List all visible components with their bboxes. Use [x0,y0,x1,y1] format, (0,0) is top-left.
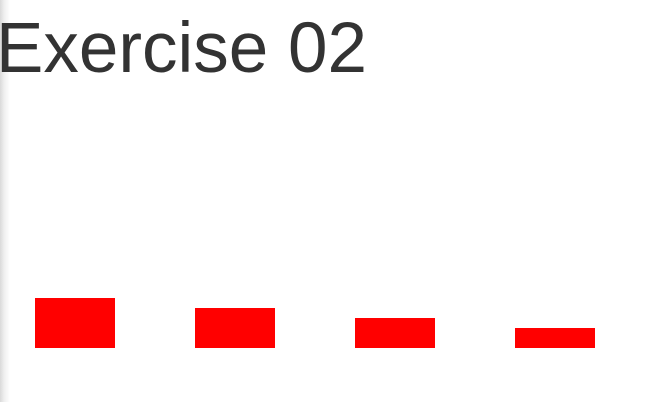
bar-4 [515,328,595,348]
bar-2 [195,308,275,348]
bar-3 [355,318,435,348]
bar-group [0,0,645,402]
bar-1 [35,298,115,348]
